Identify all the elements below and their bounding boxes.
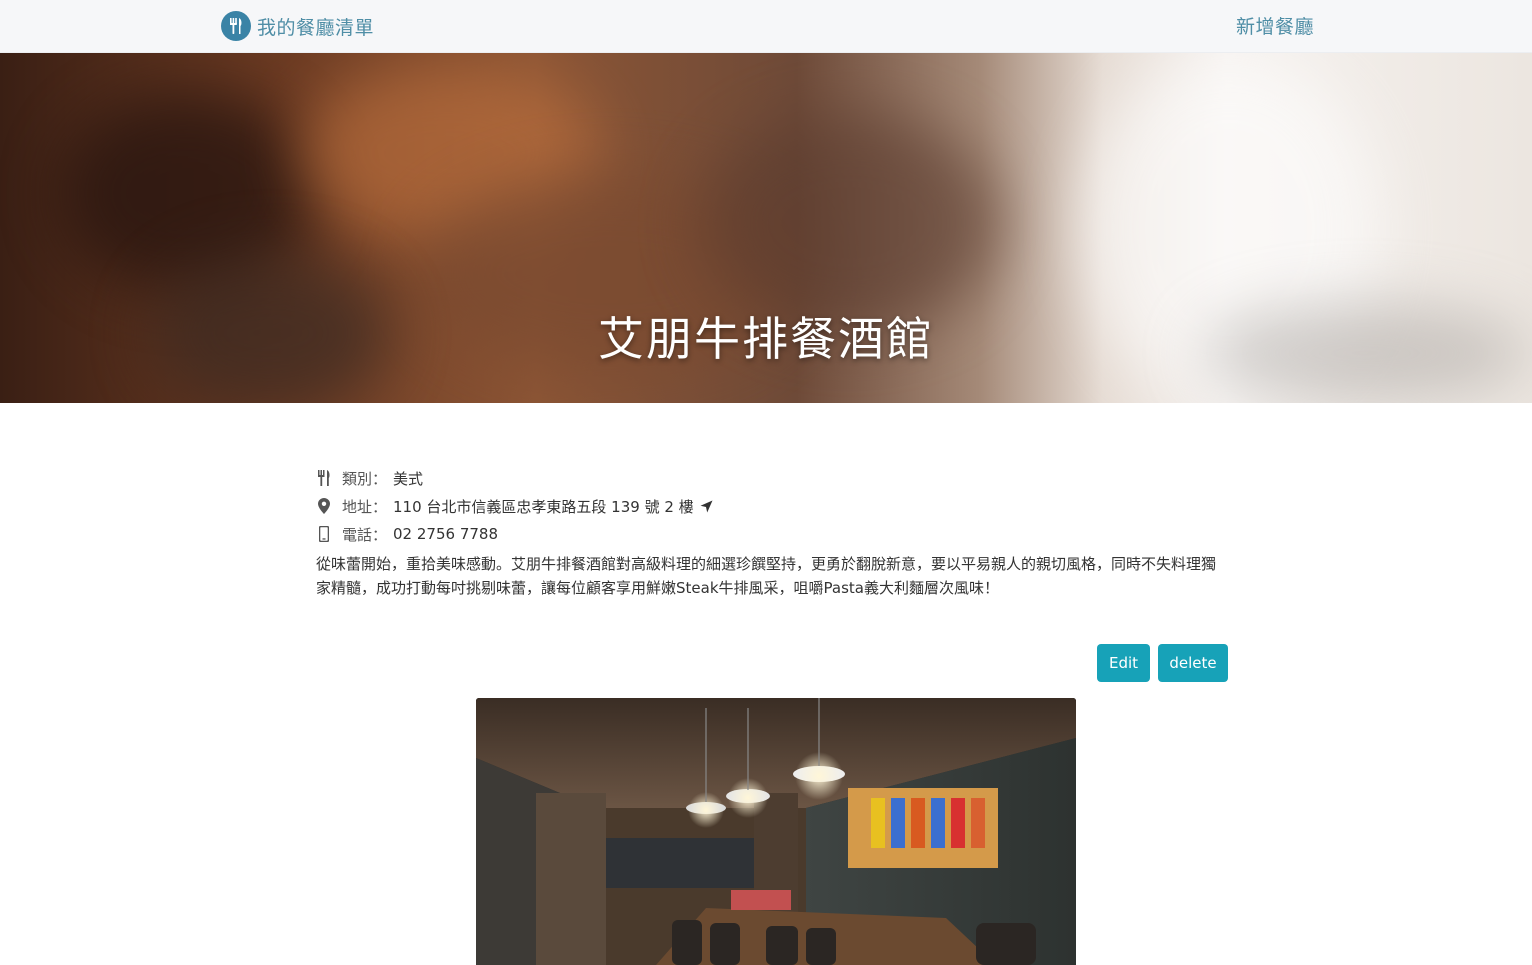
new-restaurant-link[interactable]: 新增餐廳 (1236, 12, 1314, 39)
phone-label: 電話： (342, 525, 388, 544)
address-value: 110 台北市信義區忠孝東路五段 139 號 2 樓 (393, 497, 694, 516)
restaurant-info: 類別： 美式 地址： 110 台北市信義區忠孝東路五段 139 號 2 樓 電話… (316, 464, 1230, 600)
category-label: 類別： (342, 469, 388, 488)
restaurant-name: 艾朋牛排餐酒館 (598, 312, 934, 366)
address-label: 地址： (342, 497, 388, 516)
mobile-phone-icon (316, 526, 332, 542)
edit-button[interactable]: Edit (1097, 644, 1150, 682)
brand-title: 我的餐廳清單 (257, 16, 375, 39)
category-row: 類別： 美式 (316, 464, 1230, 492)
phone-row: 電話： 02 2756 7788 (316, 520, 1230, 548)
brand-link[interactable]: 我的餐廳清單 (221, 11, 374, 41)
restaurant-description: 從味蕾開始，重拾美味感動。艾朋牛排餐酒館對高級料理的細選珍饌堅持，更勇於翻脫新意… (316, 555, 1217, 597)
navbar: 我的餐廳清單 新增餐廳 (0, 0, 1532, 53)
delete-button[interactable]: delete (1158, 644, 1228, 682)
map-marker-icon (316, 498, 332, 514)
address-row: 地址： 110 台北市信義區忠孝東路五段 139 號 2 樓 (316, 492, 1230, 520)
phone-value: 02 2756 7788 (393, 525, 498, 543)
utensils-icon (221, 11, 251, 41)
location-arrow-icon[interactable] (700, 500, 713, 513)
hero-banner: 艾朋牛排餐酒館 (0, 53, 1532, 403)
category-value: 美式 (393, 469, 424, 488)
restaurant-photo (476, 698, 1076, 965)
utensils-icon (316, 470, 332, 486)
